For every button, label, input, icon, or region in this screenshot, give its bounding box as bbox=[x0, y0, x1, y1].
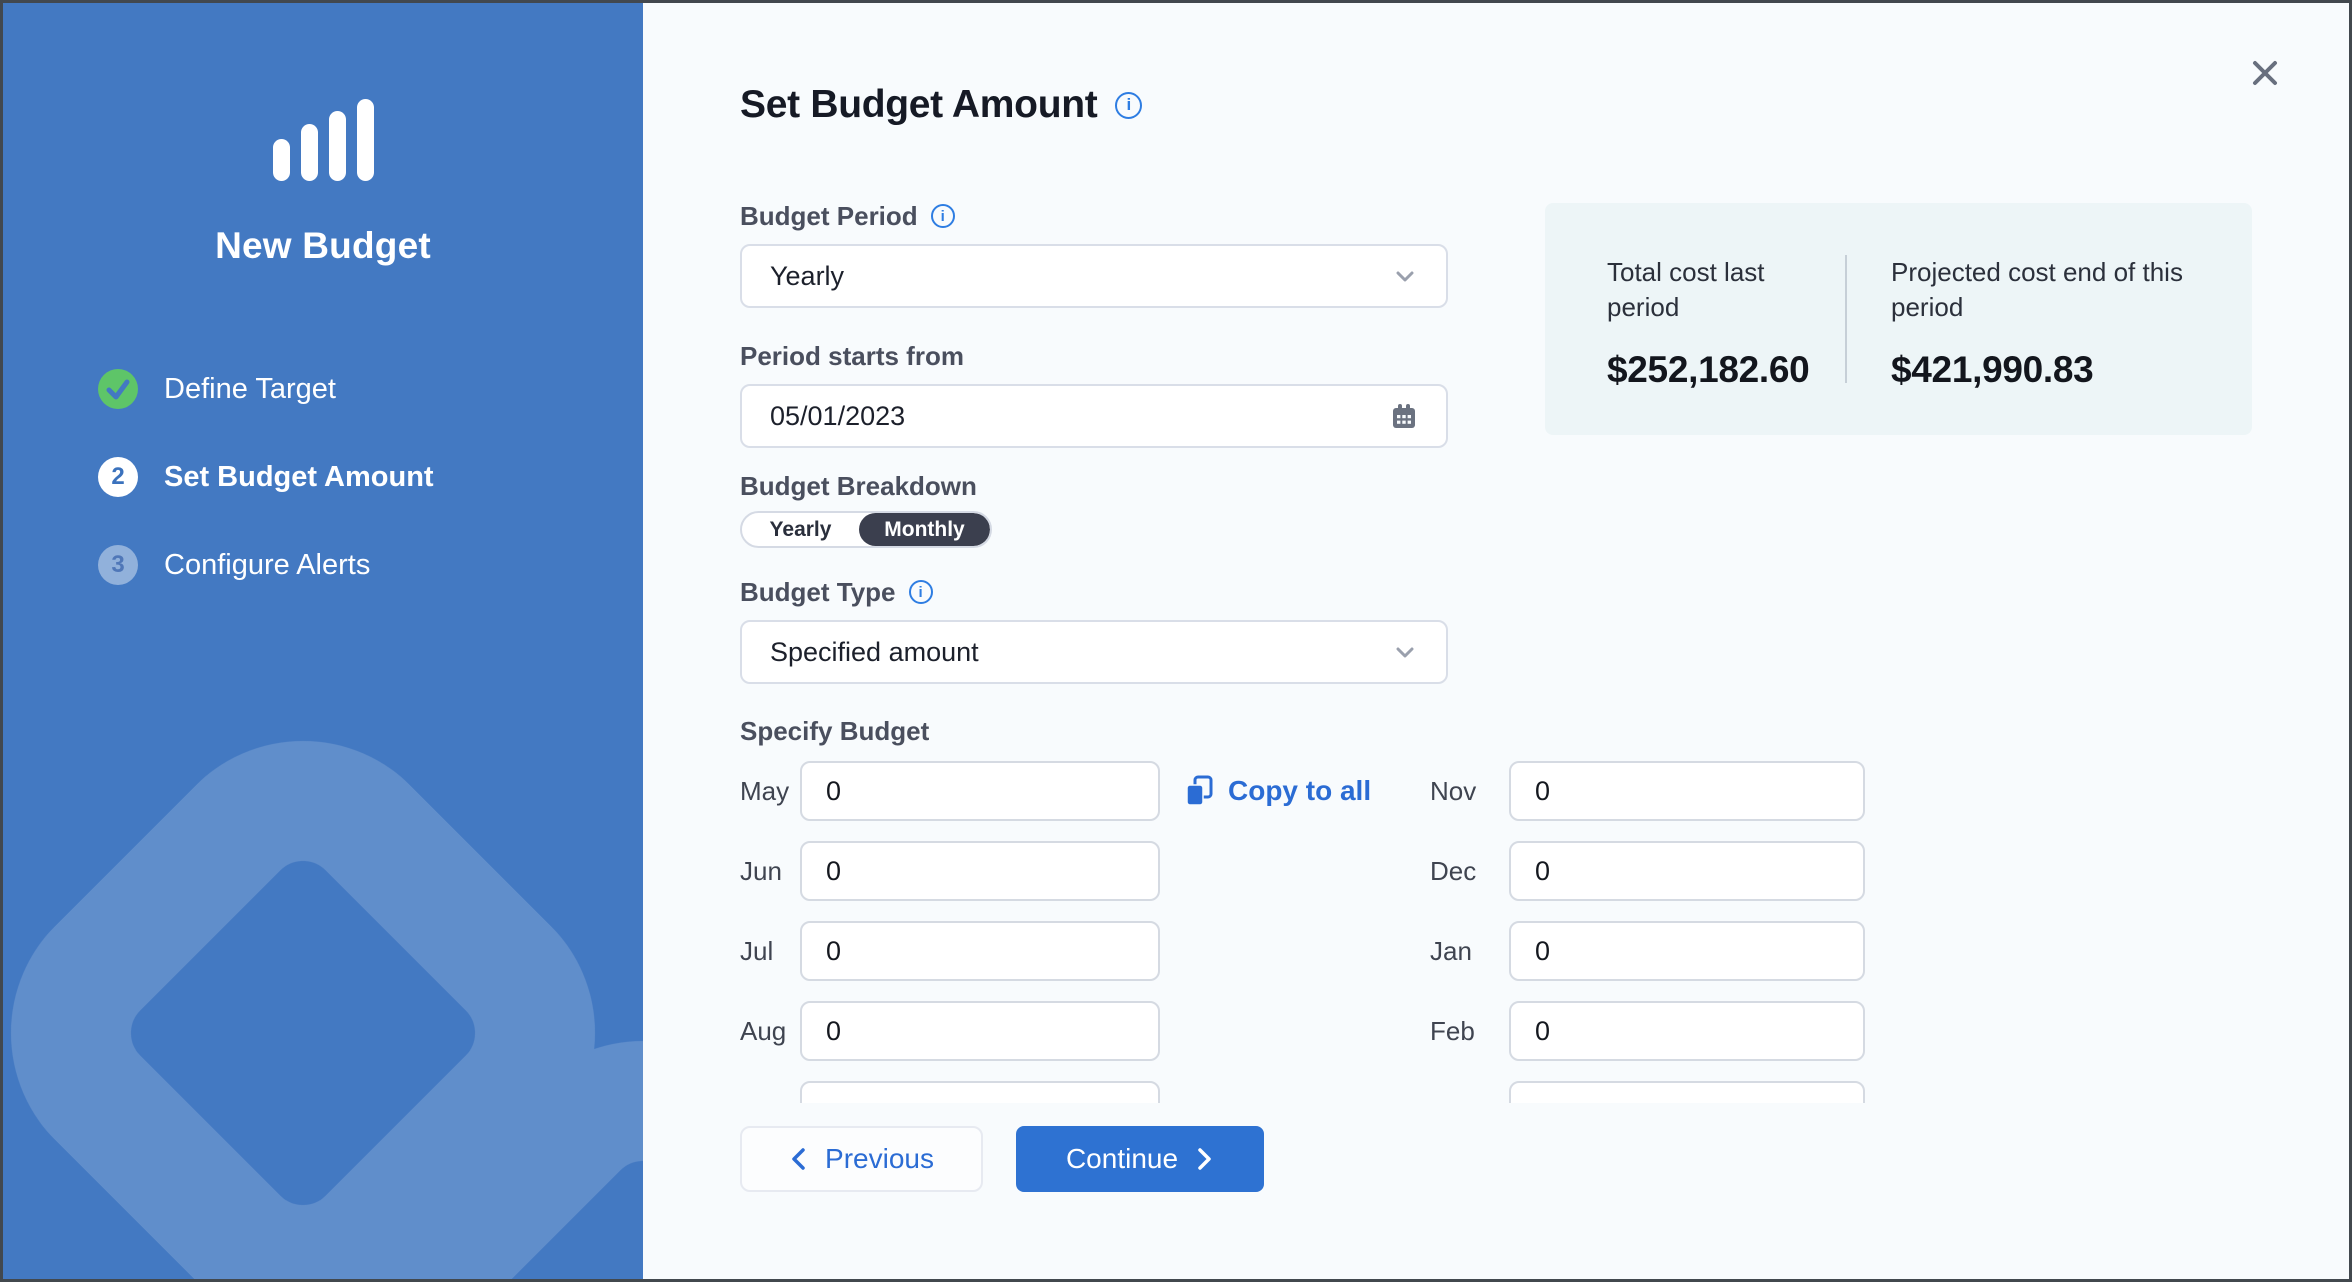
toggle-option-monthly[interactable]: Monthly bbox=[859, 513, 990, 546]
month-row: Feb bbox=[1430, 1001, 1865, 1061]
chevron-left-icon bbox=[789, 1146, 809, 1172]
step-number-badge: 3 bbox=[98, 545, 138, 585]
projected-cost-label: Projected cost end of this period bbox=[1891, 255, 2222, 325]
info-icon[interactable]: i bbox=[1115, 92, 1142, 119]
chevron-right-icon bbox=[1194, 1146, 1214, 1172]
total-cost-value: $252,182.60 bbox=[1607, 349, 1805, 391]
month-row: Dec bbox=[1430, 841, 1865, 901]
month-amount-input[interactable] bbox=[800, 921, 1160, 981]
month-amount-input[interactable] bbox=[800, 1081, 1160, 1103]
page-title-row: Set Budget Amount i bbox=[740, 81, 2349, 129]
budget-type-label-row: Budget Type i bbox=[740, 577, 2349, 607]
specify-budget-label-row: Specify Budget bbox=[740, 716, 2349, 746]
info-icon[interactable]: i bbox=[909, 580, 933, 604]
month-amount-input[interactable] bbox=[1509, 921, 1865, 981]
month-amount-input[interactable] bbox=[800, 841, 1160, 901]
budget-breakdown-toggle[interactable]: Yearly Monthly bbox=[740, 511, 992, 548]
months-column-right: Nov Dec Jan Feb bbox=[1430, 761, 1865, 1103]
continue-button[interactable]: Continue bbox=[1016, 1126, 1264, 1192]
step-number-badge: 2 bbox=[98, 457, 138, 497]
previous-button[interactable]: Previous bbox=[740, 1126, 983, 1192]
wizard-title: New Budget bbox=[3, 225, 643, 267]
period-starts-value: 05/01/2023 bbox=[770, 401, 1390, 432]
month-row-partial bbox=[740, 1081, 1430, 1103]
month-row-partial bbox=[1430, 1081, 1865, 1103]
close-icon[interactable] bbox=[2243, 51, 2287, 95]
wizard-sidebar: New Budget Define Target 2 Set Budget Am… bbox=[3, 3, 643, 1279]
month-row: Nov bbox=[1430, 761, 1865, 821]
page-title: Set Budget Amount bbox=[740, 83, 1097, 127]
month-amount-input[interactable] bbox=[1509, 1001, 1865, 1061]
cost-summary-card: Total cost last period $252,182.60 Proje… bbox=[1545, 203, 2252, 435]
month-label: Aug bbox=[740, 1016, 800, 1047]
copy-to-all-button[interactable]: Copy to all bbox=[1184, 774, 1371, 808]
step-complete-check-icon bbox=[98, 369, 138, 409]
continue-label: Continue bbox=[1066, 1143, 1178, 1175]
budget-type-select[interactable]: Specified amount bbox=[740, 620, 1448, 684]
total-cost-label: Total cost last period bbox=[1607, 255, 1805, 325]
specify-budget-label: Specify Budget bbox=[740, 716, 929, 747]
month-amount-input[interactable] bbox=[1509, 1081, 1865, 1103]
step-label: Define Target bbox=[164, 373, 336, 406]
month-amount-input[interactable] bbox=[800, 1001, 1160, 1061]
step-configure-alerts[interactable]: 3 Configure Alerts bbox=[98, 545, 643, 585]
info-icon[interactable]: i bbox=[931, 204, 955, 228]
month-label: Feb bbox=[1430, 1016, 1509, 1047]
month-label: May bbox=[740, 776, 800, 807]
budget-type-label: Budget Type bbox=[740, 577, 896, 608]
month-amount-input[interactable] bbox=[800, 761, 1160, 821]
set-budget-panel: Set Budget Amount i Budget Period i Year… bbox=[643, 3, 2349, 1279]
toggle-option-yearly[interactable]: Yearly bbox=[742, 513, 859, 546]
monthly-budget-grid: May Copy to all Jun Jul Aug bbox=[740, 761, 2349, 1103]
month-amount-input[interactable] bbox=[1509, 841, 1865, 901]
chevron-down-icon bbox=[1392, 263, 1418, 289]
step-set-budget-amount[interactable]: 2 Set Budget Amount bbox=[98, 457, 643, 497]
step-define-target[interactable]: Define Target bbox=[98, 369, 643, 409]
month-row: Aug bbox=[740, 1001, 1430, 1061]
budget-type-value: Specified amount bbox=[770, 637, 1392, 668]
month-row: May Copy to all bbox=[740, 761, 1430, 821]
chevron-down-icon bbox=[1392, 639, 1418, 665]
wizard-footer: Previous Continue bbox=[740, 1126, 2349, 1192]
month-row: Jul bbox=[740, 921, 1430, 981]
copy-to-all-label: Copy to all bbox=[1228, 775, 1371, 807]
budget-period-select[interactable]: Yearly bbox=[740, 244, 1448, 308]
total-cost-cell: Total cost last period $252,182.60 bbox=[1545, 255, 1845, 383]
brand-watermark bbox=[3, 663, 643, 1279]
projected-cost-cell: Projected cost end of this period $421,9… bbox=[1845, 255, 2252, 383]
budget-breakdown-label: Budget Breakdown bbox=[740, 471, 977, 502]
month-amount-input[interactable] bbox=[1509, 761, 1865, 821]
wizard-steps: Define Target 2 Set Budget Amount 3 Conf… bbox=[3, 369, 643, 585]
step-label: Set Budget Amount bbox=[164, 461, 434, 494]
months-column-left: May Copy to all Jun Jul Aug bbox=[740, 761, 1430, 1103]
projected-cost-value: $421,990.83 bbox=[1891, 349, 2222, 391]
budget-period-label: Budget Period bbox=[740, 201, 918, 232]
month-label: Jul bbox=[740, 936, 800, 967]
period-starts-date-input[interactable]: 05/01/2023 bbox=[740, 384, 1448, 448]
period-starts-label: Period starts from bbox=[740, 341, 964, 372]
month-row: Jan bbox=[1430, 921, 1865, 981]
budget-period-value: Yearly bbox=[770, 261, 1392, 292]
month-label: Nov bbox=[1430, 776, 1509, 807]
month-label: Dec bbox=[1430, 856, 1509, 887]
month-label: Jun bbox=[740, 856, 800, 887]
month-label: Jan bbox=[1430, 936, 1509, 967]
budget-breakdown-label-row: Budget Breakdown bbox=[740, 471, 2349, 501]
step-label: Configure Alerts bbox=[164, 549, 370, 582]
month-row: Jun bbox=[740, 841, 1430, 901]
bar-chart-logo-icon bbox=[3, 99, 643, 181]
calendar-icon[interactable] bbox=[1390, 402, 1418, 430]
copy-icon bbox=[1184, 774, 1216, 808]
previous-label: Previous bbox=[825, 1143, 934, 1175]
